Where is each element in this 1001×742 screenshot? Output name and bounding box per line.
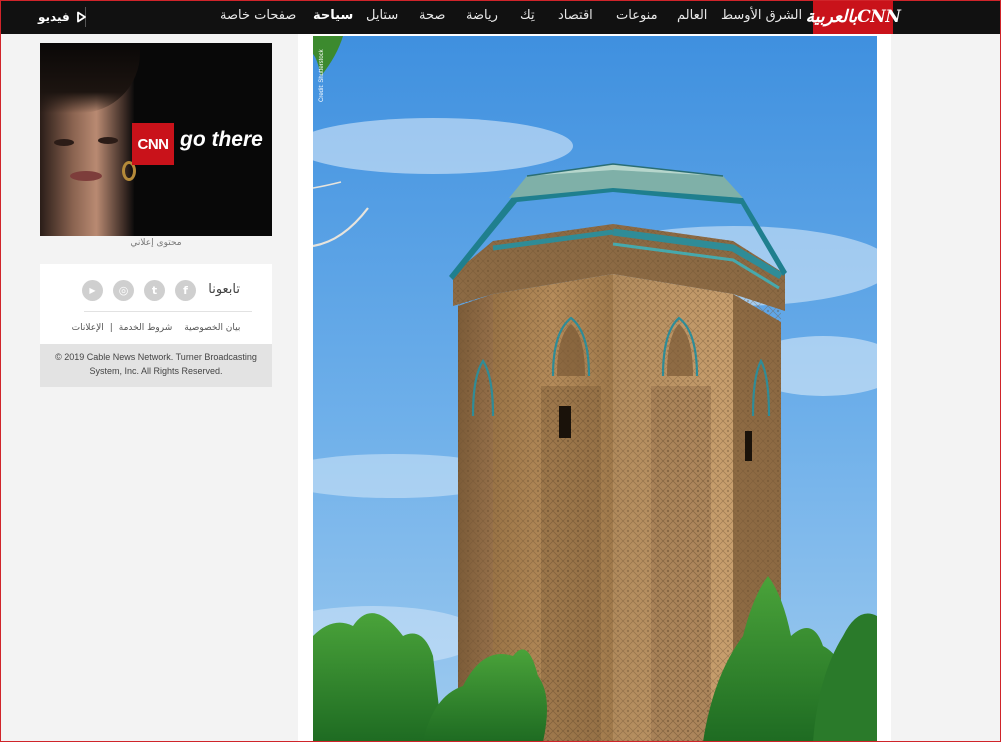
follow-us-label: تابعونا — [208, 282, 240, 297]
nav-variety[interactable]: منوعات — [616, 0, 658, 34]
sidebar-ad[interactable]: CNN go there — [40, 43, 272, 236]
video-label: فيديو — [38, 10, 70, 24]
divider — [84, 311, 252, 312]
top-navigation-bar: بالعربيةCNN الشرق الأوسط العالم منوعات ا… — [0, 0, 1001, 34]
nav-travel[interactable]: سياحة — [313, 0, 353, 34]
video-button[interactable]: فيديو — [38, 0, 87, 34]
nav-sports[interactable]: رياضة — [466, 0, 498, 34]
nav-health[interactable]: صحة — [419, 0, 445, 34]
play-icon — [75, 11, 87, 23]
youtube-glyph: ▶ — [89, 286, 96, 295]
facebook-icon[interactable]: f — [175, 280, 196, 301]
ad-portrait-lips — [70, 171, 102, 181]
instagram-icon[interactable]: ◎ — [113, 280, 134, 301]
link-separator: | — [109, 323, 113, 333]
ad-portrait-eye — [98, 137, 118, 144]
ads-link[interactable]: الإعلانات — [72, 323, 104, 333]
ad-portrait-eye — [54, 139, 74, 146]
nav-economy[interactable]: اقتصاد — [558, 0, 593, 34]
photo-credit: Credit: Shutterstock — [319, 48, 325, 102]
nav-tech[interactable]: تِك — [520, 0, 535, 34]
article-photo[interactable]: Credit: Shutterstock — [313, 36, 877, 742]
nav-special-pages[interactable]: صفحات خاصة — [220, 0, 296, 34]
cnn-arabic-logo[interactable]: بالعربيةCNN — [806, 0, 901, 34]
privacy-link[interactable]: بيان الخصوصية — [184, 323, 240, 333]
instagram-glyph: ◎ — [118, 284, 129, 297]
facebook-glyph: f — [183, 284, 188, 297]
ad-cnn-logo: CNN — [132, 123, 174, 165]
footer-links: بيان الخصوصية شروط الخدمة | الإعلانات — [40, 323, 272, 333]
nav-world[interactable]: العالم — [677, 0, 707, 34]
ad-tagline: go there — [180, 128, 263, 151]
youtube-icon[interactable]: ▶ — [82, 280, 103, 301]
twitter-glyph: t — [151, 284, 158, 297]
follow-us-box: تابعونا f t ◎ ▶ بيان الخصوصية شروط الخدم… — [40, 264, 272, 344]
terms-link[interactable]: شروط الخدمة — [119, 323, 172, 333]
nav-middle-east[interactable]: الشرق الأوسط — [721, 0, 802, 34]
nav-style[interactable]: ستايل — [366, 0, 398, 34]
sponsored-caption: محتوى إعلاني — [130, 238, 182, 248]
copyright-notice: © 2019 Cable News Network. Turner Broadc… — [40, 344, 272, 387]
twitter-icon[interactable]: t — [144, 280, 165, 301]
